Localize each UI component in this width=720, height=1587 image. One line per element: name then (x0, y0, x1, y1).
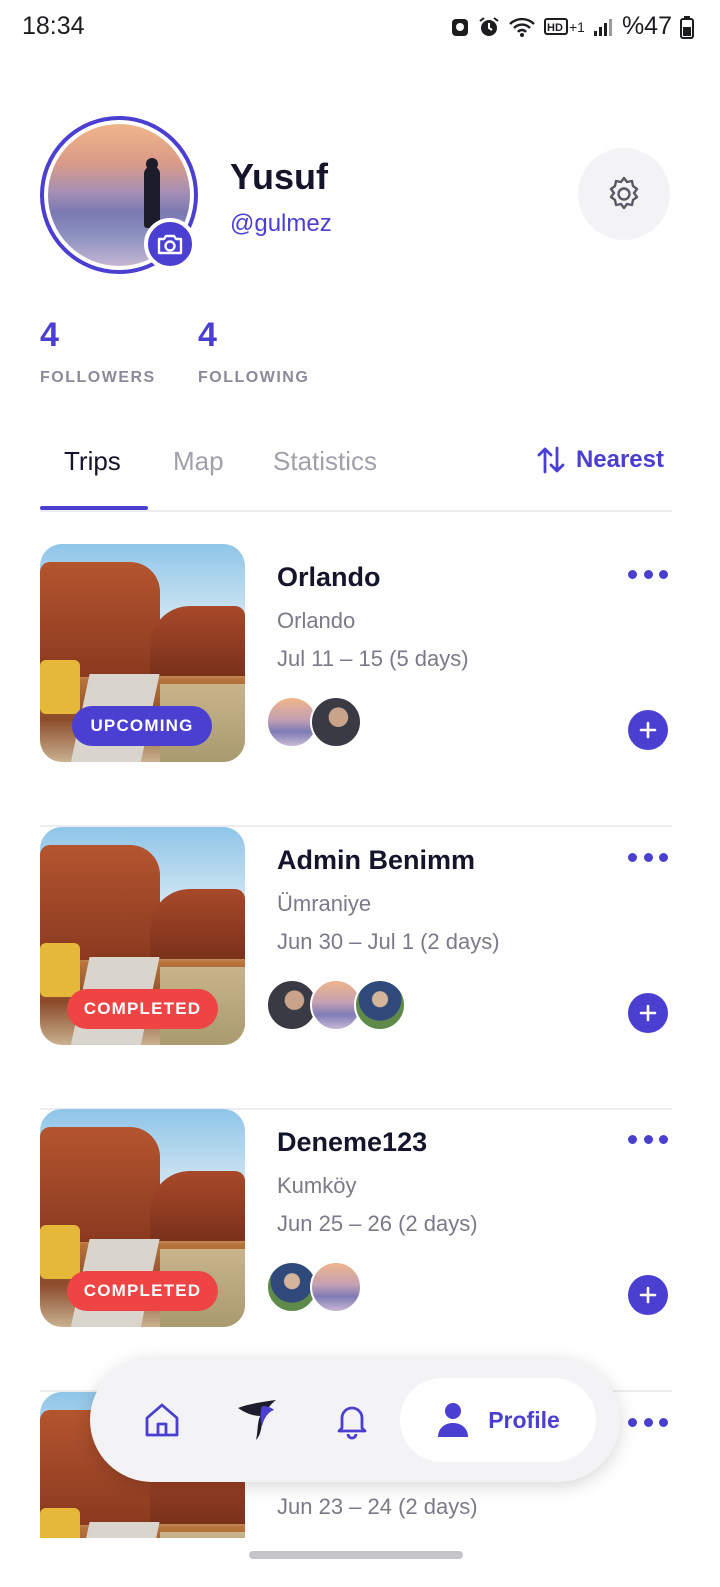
trip-title: Admin Benimm (277, 845, 476, 875)
wifi-icon (509, 17, 535, 37)
add-member-button[interactable] (628, 993, 668, 1033)
home-icon (145, 1403, 179, 1437)
sort-label: Nearest (575, 446, 664, 473)
bell-icon (337, 1406, 367, 1440)
tab-bar: Trips Map Statistics Nearest (40, 430, 672, 512)
following-stat[interactable]: 4 FOLLOWING (198, 316, 309, 387)
add-member-button[interactable] (628, 710, 668, 750)
alarm-icon (479, 16, 499, 36)
sort-icon (537, 446, 565, 474)
plus-icon (639, 1004, 657, 1022)
member-avatar (354, 979, 406, 1031)
more-options-button[interactable] (628, 1127, 668, 1151)
person-icon (438, 1403, 469, 1437)
nav-home[interactable] (136, 1394, 188, 1446)
trip-card[interactable]: COMPLETED Deneme123 Kumköy Jun 25 – 26 (… (40, 1109, 672, 1392)
battery-icon (680, 15, 694, 39)
following-label: FOLLOWING (198, 369, 310, 386)
app-notification-icon (451, 18, 468, 36)
change-photo-button[interactable] (144, 218, 196, 270)
bottom-navigation: Profile (90, 1358, 620, 1482)
member-avatar (310, 696, 362, 748)
member-avatar (310, 1261, 362, 1313)
home-indicator[interactable] (249, 1551, 463, 1559)
trip-title: Deneme123 (277, 1127, 428, 1157)
trip-dates: Jun 25 – 26 (2 days) (277, 1211, 478, 1236)
status-badge: UPCOMING (72, 706, 212, 746)
hd-icon: HD +1 (543, 17, 584, 35)
active-tab-indicator (40, 506, 148, 510)
followers-label: FOLLOWERS (40, 369, 156, 386)
trip-place: Kumköy (277, 1173, 357, 1198)
trip-card[interactable]: COMPLETED Admin Benimm Ümraniye Jun 30 –… (40, 827, 672, 1110)
followers-stat[interactable]: 4 FOLLOWERS (40, 316, 156, 387)
trip-thumbnail: UPCOMING (40, 544, 245, 762)
profile-name: Yusuf (230, 156, 329, 197)
plus-icon (639, 721, 657, 739)
tab-trips[interactable]: Trips (64, 446, 121, 477)
followers-count: 4 (40, 316, 59, 354)
status-bar: 18:34 HD +1 %47 (0, 0, 720, 56)
trip-thumbnail: COMPLETED (40, 1109, 245, 1327)
profile-handle: @gulmez (230, 210, 332, 237)
status-icons: HD +1 %47 (450, 12, 694, 41)
trip-place: Orlando (277, 608, 356, 633)
svg-text:+1: +1 (569, 19, 584, 35)
nav-trips[interactable] (230, 1394, 282, 1446)
settings-button[interactable] (578, 148, 670, 240)
plus-icon (639, 1286, 657, 1304)
more-options-button[interactable] (628, 845, 668, 869)
trip-dates: Jun 23 – 24 (2 days) (277, 1494, 478, 1519)
status-badge: COMPLETED (67, 1271, 218, 1311)
trip-dates: Jul 11 – 15 (5 days) (277, 646, 469, 671)
tab-map[interactable]: Map (173, 446, 224, 477)
trip-title: Orlando (277, 562, 381, 592)
tab-statistics[interactable]: Statistics (273, 446, 377, 477)
nav-profile[interactable]: Profile (400, 1378, 596, 1462)
status-time: 18:34 (22, 12, 85, 40)
camera-icon (157, 234, 183, 255)
sort-button[interactable]: Nearest (536, 446, 664, 474)
trip-thumbnail: COMPLETED (40, 827, 245, 1045)
svg-text:HD: HD (547, 22, 563, 34)
more-options-button[interactable] (628, 1410, 668, 1434)
trip-dates: Jun 30 – Jul 1 (2 days) (277, 929, 500, 954)
trip-place: Ümraniye (277, 891, 372, 916)
logo-icon (238, 1400, 276, 1440)
battery-percent: %47 (621, 12, 672, 40)
signal-icon (593, 18, 612, 36)
nav-notifications[interactable] (326, 1394, 378, 1446)
add-member-button[interactable] (628, 1275, 668, 1315)
nav-profile-label: Profile (488, 1406, 560, 1433)
trip-card[interactable]: UPCOMING Orlando Orlando Jul 11 – 15 (5 … (40, 544, 672, 827)
gear-icon (609, 176, 639, 210)
following-count: 4 (198, 316, 217, 354)
more-options-button[interactable] (628, 562, 668, 586)
status-badge: COMPLETED (67, 989, 218, 1029)
